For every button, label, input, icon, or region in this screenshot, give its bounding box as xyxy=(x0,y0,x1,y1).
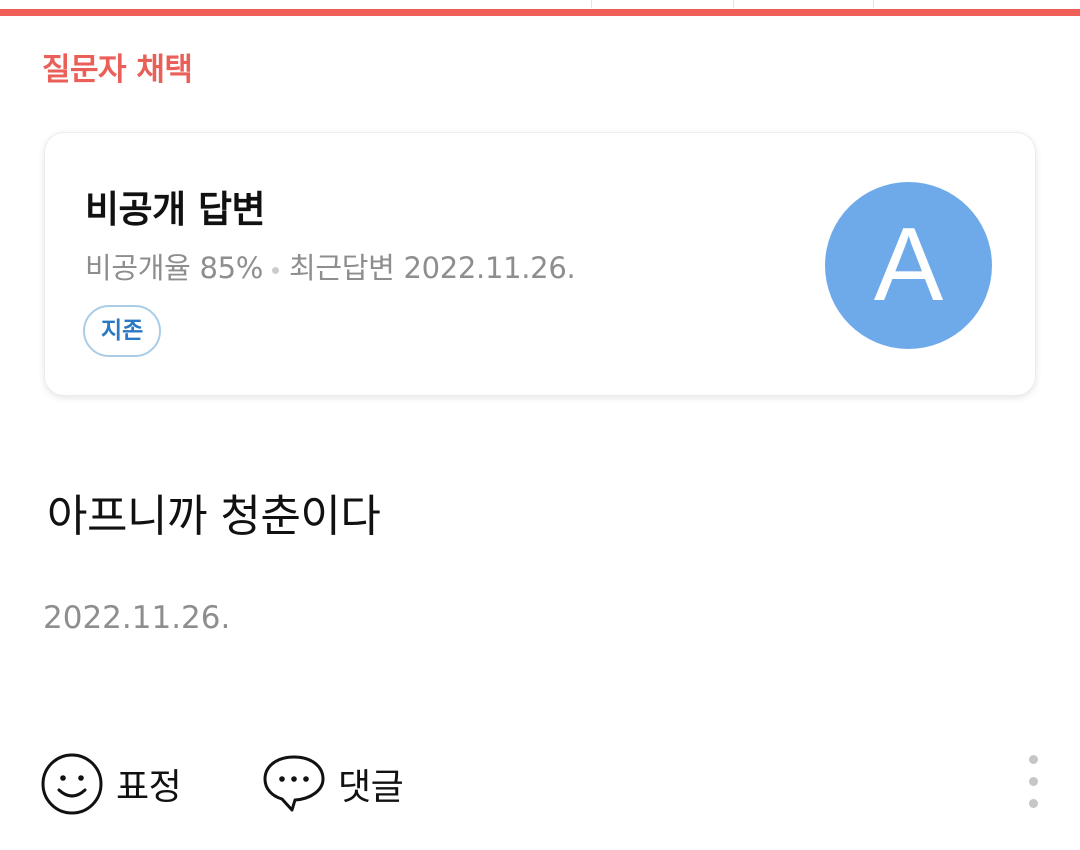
emoji-reaction-button[interactable]: 표정 xyxy=(40,752,182,816)
tab-divider xyxy=(591,0,592,8)
answer-page: 질문자 채택 비공개 답변 비공개율 85% 최근답변 2022.11.26. 지… xyxy=(0,0,1080,850)
more-options-button[interactable] xyxy=(1018,750,1048,814)
more-vertical-icon xyxy=(1029,799,1038,808)
answerer-profile-card[interactable]: 비공개 답변 비공개율 85% 최근답변 2022.11.26. 지존 A xyxy=(44,132,1036,396)
answer-date: 2022.11.26. xyxy=(43,600,231,636)
rank-badge: 지존 xyxy=(83,305,162,357)
comment-button[interactable]: 댓글 xyxy=(262,752,404,816)
recent-answer-date: 최근답변 2022.11.26. xyxy=(289,251,576,285)
answerer-name: 비공개 답변 xyxy=(85,188,266,231)
emoji-reaction-label: 표정 xyxy=(116,767,182,808)
meta-separator-dot xyxy=(272,266,279,274)
accent-bar xyxy=(0,9,1080,16)
more-vertical-icon xyxy=(1029,777,1038,786)
selected-by-asker-label: 질문자 채택 xyxy=(42,52,193,88)
private-rate: 비공개율 85% xyxy=(85,251,263,285)
tab-divider xyxy=(733,0,734,8)
comment-label: 댓글 xyxy=(338,767,404,808)
avatar[interactable]: A xyxy=(825,182,992,349)
tab-divider xyxy=(873,0,874,8)
smiley-icon xyxy=(41,753,103,815)
speech-bubble-icon xyxy=(263,755,325,812)
answer-body: 아프니까 청춘이다 xyxy=(47,491,381,542)
more-vertical-icon xyxy=(1029,755,1038,764)
answerer-meta: 비공개율 85% 최근답변 2022.11.26. xyxy=(85,245,576,287)
